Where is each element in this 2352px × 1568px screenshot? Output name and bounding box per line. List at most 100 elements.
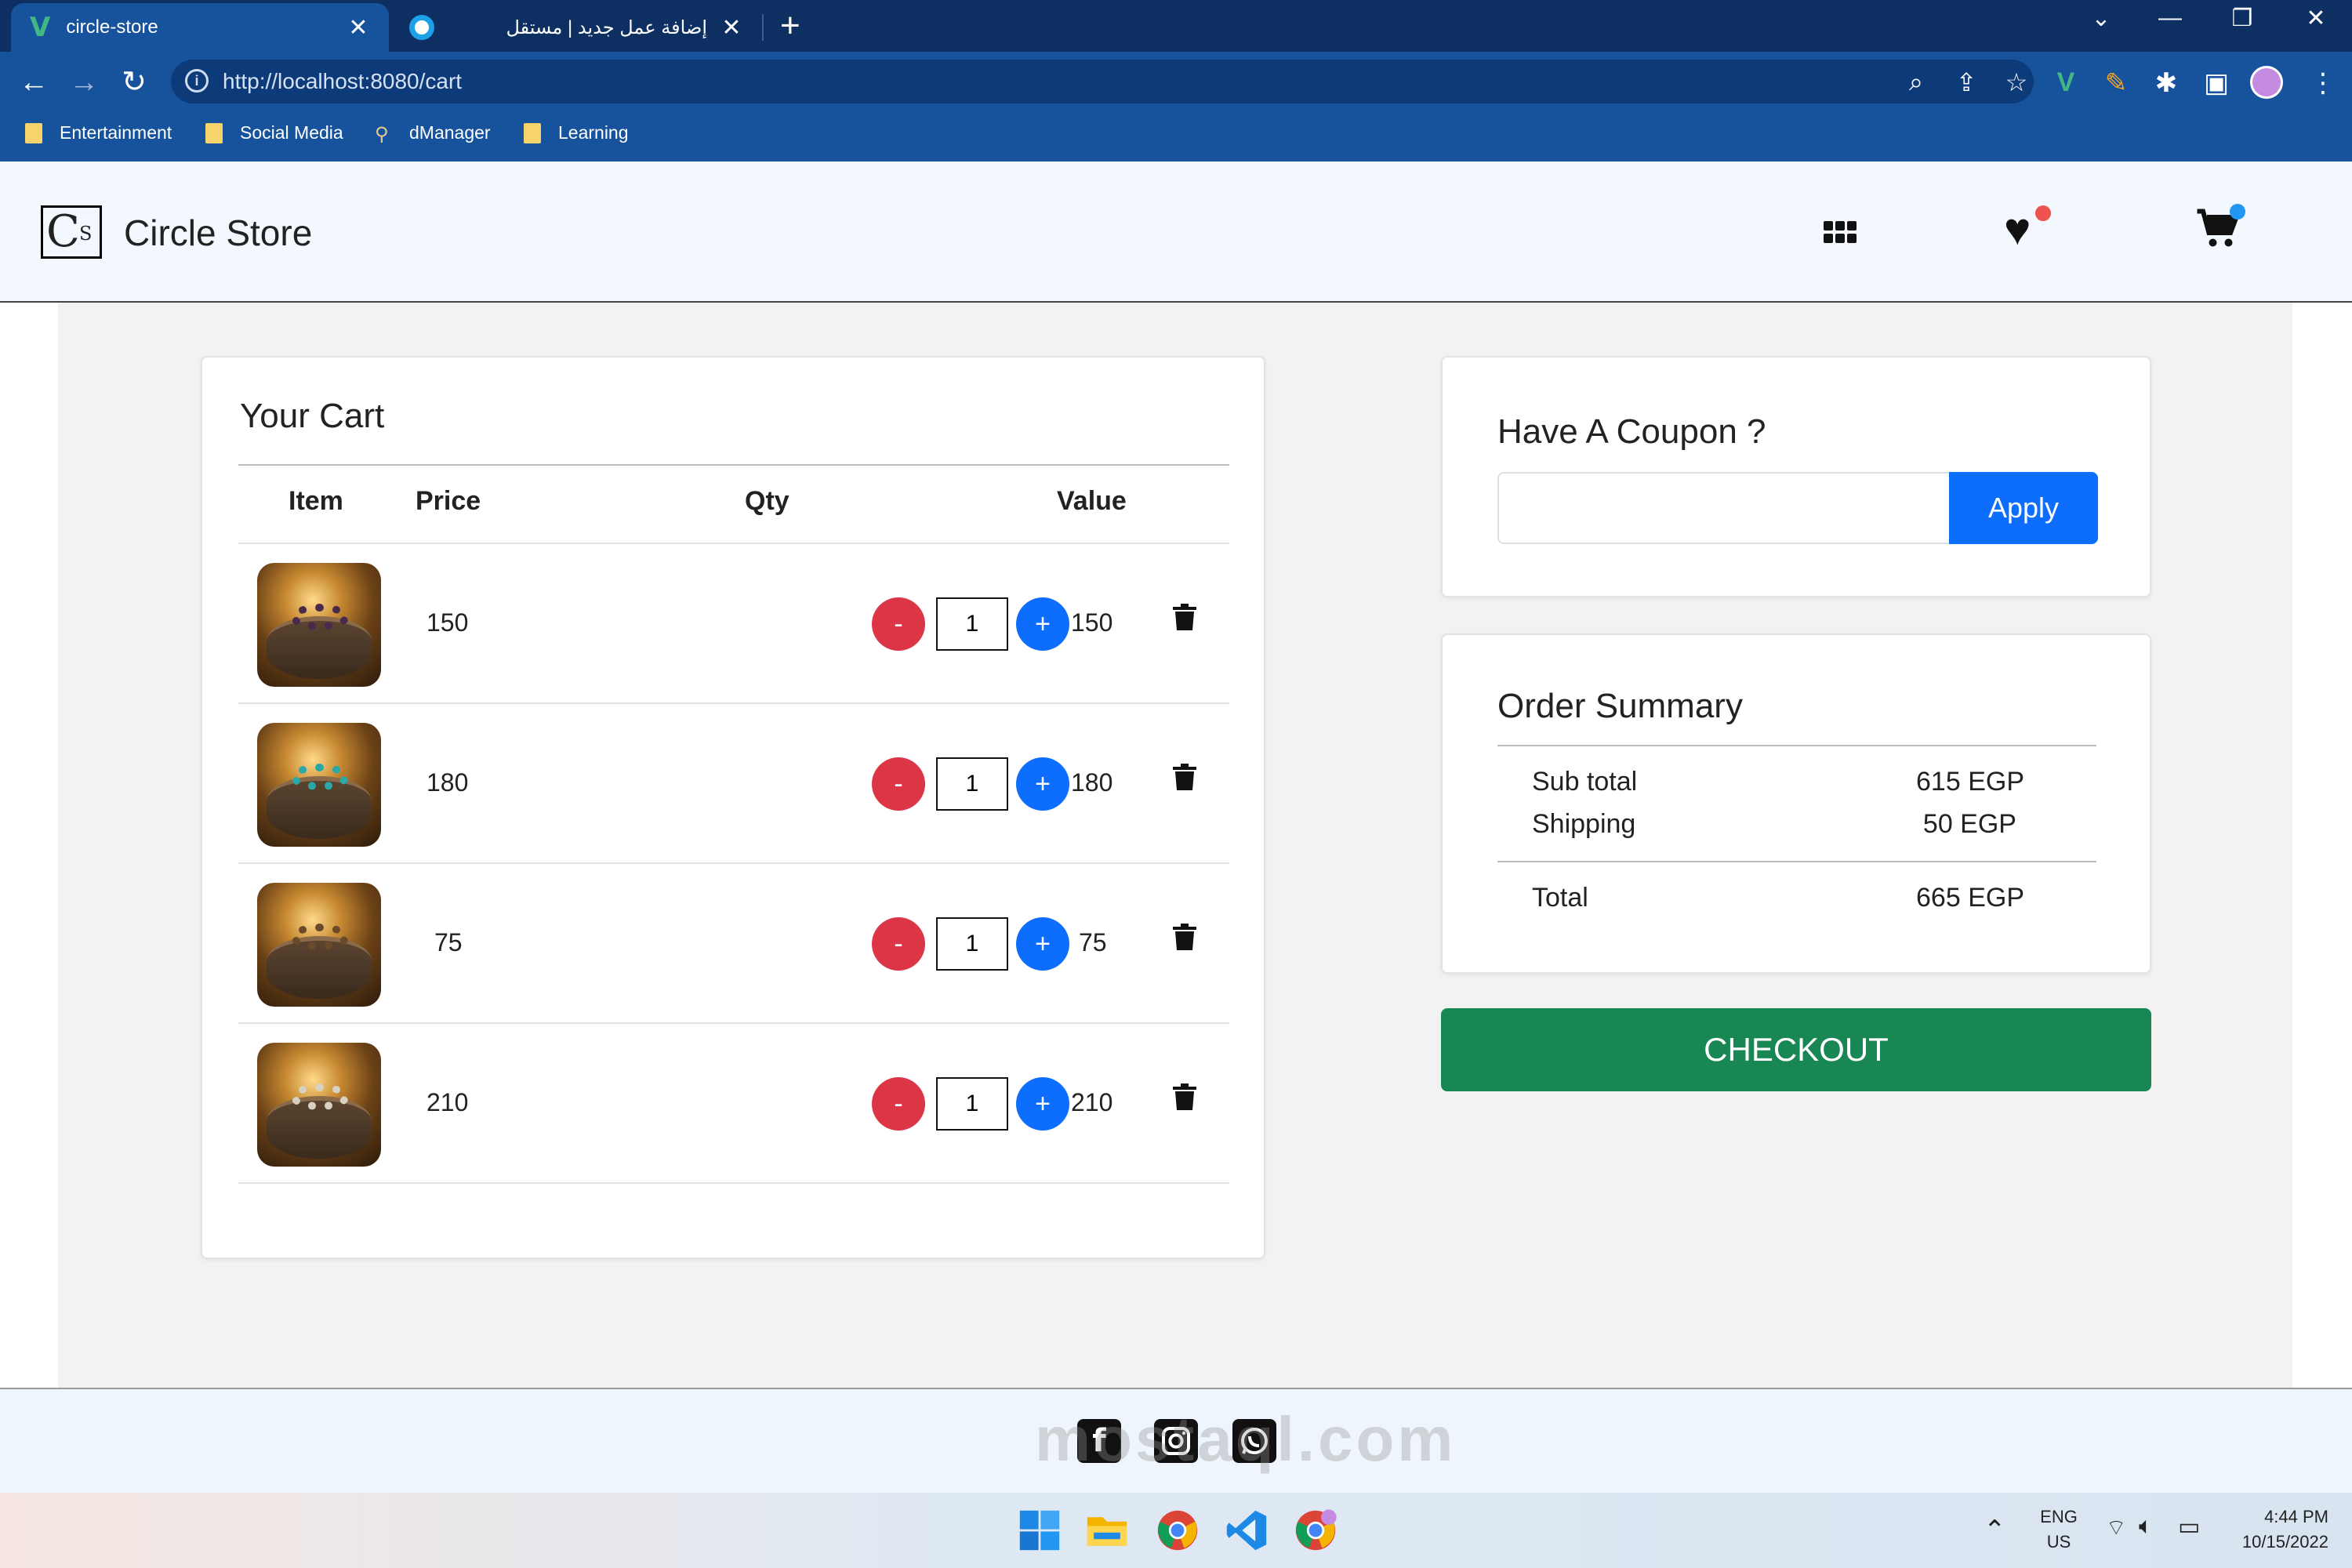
header-item: Item — [289, 486, 343, 516]
bookmark-star-icon[interactable]: ☆ — [2001, 67, 2032, 97]
increase-qty-button[interactable]: + — [1016, 917, 1069, 971]
watermark: mostaql.com — [1035, 1404, 1457, 1474]
decrease-qty-button[interactable]: - — [872, 1077, 925, 1131]
trash-icon[interactable] — [1173, 1083, 1196, 1114]
clock[interactable]: 4:44 PM 10/15/2022 — [2227, 1507, 2328, 1552]
volume-icon[interactable]: 🔈︎ — [2139, 1513, 2153, 1540]
divider — [1497, 861, 2096, 862]
decrease-qty-button[interactable]: - — [872, 597, 925, 651]
qty-input[interactable] — [936, 1077, 1008, 1131]
product-image — [257, 883, 381, 1007]
reload-icon[interactable]: ↻ — [114, 63, 154, 102]
close-window-icon[interactable]: ✕ — [2285, 5, 2347, 32]
forward-icon[interactable]: → — [64, 63, 103, 102]
bookmark-dmanager[interactable]: ⚲ dManager — [375, 122, 491, 145]
folder-icon — [205, 122, 223, 143]
url-text: http://localhost:8080/cart — [223, 69, 463, 93]
back-icon[interactable]: ← — [14, 63, 53, 102]
site-info-icon[interactable]: i — [185, 69, 209, 93]
brand-name[interactable]: Circle Store — [124, 212, 312, 254]
item-price: 150 — [426, 608, 469, 637]
start-icon[interactable] — [1018, 1508, 1062, 1552]
side-panel-icon[interactable]: ▣ — [2197, 67, 2236, 99]
folder-icon — [25, 122, 42, 143]
apply-coupon-button[interactable]: Apply — [1949, 472, 2098, 544]
zoom-icon[interactable]: ⌕ — [1900, 67, 1932, 97]
logo[interactable]: CS — [41, 205, 102, 259]
windows-taskbar: ⌃ ENG US ⌔ 🔈︎ ▭ 4:44 PM 10/15/2022 — [0, 1493, 2352, 1568]
bookmark-label: Learning — [558, 122, 629, 143]
bookmark-social-media[interactable]: Social Media — [205, 122, 343, 143]
subtotal-value: 615 EGP — [1916, 767, 2024, 797]
restore-icon[interactable]: ❐ — [2211, 5, 2274, 32]
cart-row: 150 - + 150 — [238, 544, 1229, 704]
logo-sup: S — [79, 223, 93, 245]
summary-title: Order Summary — [1497, 687, 1743, 725]
minimize-icon[interactable]: — — [2139, 5, 2201, 31]
vscode-icon[interactable] — [1225, 1508, 1269, 1552]
bookmark-entertainment[interactable]: Entertainment — [25, 122, 172, 143]
wifi-icon[interactable]: ⌔ — [2106, 1515, 2126, 1542]
mostaql-favicon-icon — [409, 15, 434, 40]
increase-qty-button[interactable]: + — [1016, 597, 1069, 651]
item-value: 150 — [1071, 608, 1113, 637]
shipping-value: 50 EGP — [1922, 809, 2016, 839]
vue-favicon-icon: V — [30, 12, 51, 43]
bookmark-label: dManager — [409, 122, 491, 143]
browser-tab-circle-store[interactable]: V circle-store ✕ — [11, 3, 389, 52]
cart-badge — [2230, 204, 2245, 220]
product-image — [257, 563, 381, 687]
decrease-qty-button[interactable]: - — [872, 757, 925, 811]
lang-bottom: US — [2046, 1532, 2071, 1552]
checkout-button[interactable]: CHECKOUT — [1441, 1008, 2151, 1091]
item-price: 75 — [434, 928, 463, 956]
decrease-qty-button[interactable]: - — [872, 917, 925, 971]
vue-devtools-icon[interactable]: V — [2046, 67, 2085, 98]
address-bar: ← → ↻ i http://localhost:8080/cart ⌕ ⇪ ☆… — [0, 52, 2352, 111]
cart-card: Your Cart Item Price Qty Value 150 - + 1… — [201, 356, 1265, 1259]
cart-title: Your Cart — [240, 397, 385, 435]
categories-grid-icon[interactable] — [1824, 221, 1857, 243]
chrome-icon[interactable] — [1156, 1508, 1200, 1552]
share-icon[interactable]: ⇪ — [1951, 67, 1982, 97]
cart-row: 75 - + 75 — [238, 864, 1229, 1024]
lang-top: ENG — [2040, 1507, 2078, 1526]
omnibox[interactable]: i http://localhost:8080/cart ⌕ ⇪ ☆ — [171, 60, 2034, 103]
total-value: 665 EGP — [1916, 883, 2024, 913]
show-hidden-icons-icon[interactable]: ⌃ — [1984, 1515, 2006, 1546]
wishlist-heart-icon[interactable]: ♥ — [2004, 207, 2031, 252]
file-explorer-icon[interactable] — [1085, 1508, 1129, 1552]
tab-search-icon[interactable]: ⌄ — [2070, 5, 2132, 32]
profile-avatar[interactable] — [2250, 66, 2283, 99]
trash-icon[interactable] — [1173, 604, 1196, 634]
folder-icon — [524, 122, 541, 143]
trash-icon[interactable] — [1173, 924, 1196, 954]
clock-time: 4:44 PM — [2264, 1507, 2328, 1526]
language-indicator[interactable]: ENG US — [2035, 1507, 2082, 1552]
increase-qty-button[interactable]: + — [1016, 757, 1069, 811]
chrome-profile-icon[interactable] — [1294, 1508, 1338, 1552]
close-tab-icon[interactable]: ✕ — [347, 14, 370, 42]
increase-qty-button[interactable]: + — [1016, 1077, 1069, 1131]
new-tab-icon[interactable]: + — [780, 6, 800, 45]
wishlist-badge — [2035, 205, 2051, 221]
trash-icon[interactable] — [1173, 764, 1196, 794]
qty-input[interactable] — [936, 597, 1008, 651]
divider — [238, 464, 1229, 466]
color-picker-icon[interactable]: ✎ — [2096, 67, 2136, 99]
close-tab-icon[interactable]: ✕ — [720, 14, 743, 42]
cart-row: 180 - + 180 — [238, 704, 1229, 864]
bookmark-learning[interactable]: Learning — [524, 122, 629, 143]
tab-title: إضافة عمل جديد | مستقل — [506, 16, 707, 38]
coupon-card: Have A Coupon ? Apply — [1441, 356, 2151, 597]
menu-icon[interactable]: ⋮ — [2303, 67, 2343, 99]
page-margin-right — [2292, 303, 2352, 1388]
browser-tab-mostaql[interactable]: إضافة عمل جديد | مستقل ✕ — [392, 3, 760, 52]
qty-input[interactable] — [936, 757, 1008, 811]
battery-icon[interactable]: ▭ — [2178, 1513, 2200, 1541]
extensions-icon[interactable]: ✱ — [2147, 67, 2186, 99]
coupon-input[interactable] — [1497, 472, 1949, 544]
cart-row: 210 - + 210 — [238, 1024, 1229, 1184]
page-margin-left — [0, 303, 58, 1388]
qty-input[interactable] — [936, 917, 1008, 971]
